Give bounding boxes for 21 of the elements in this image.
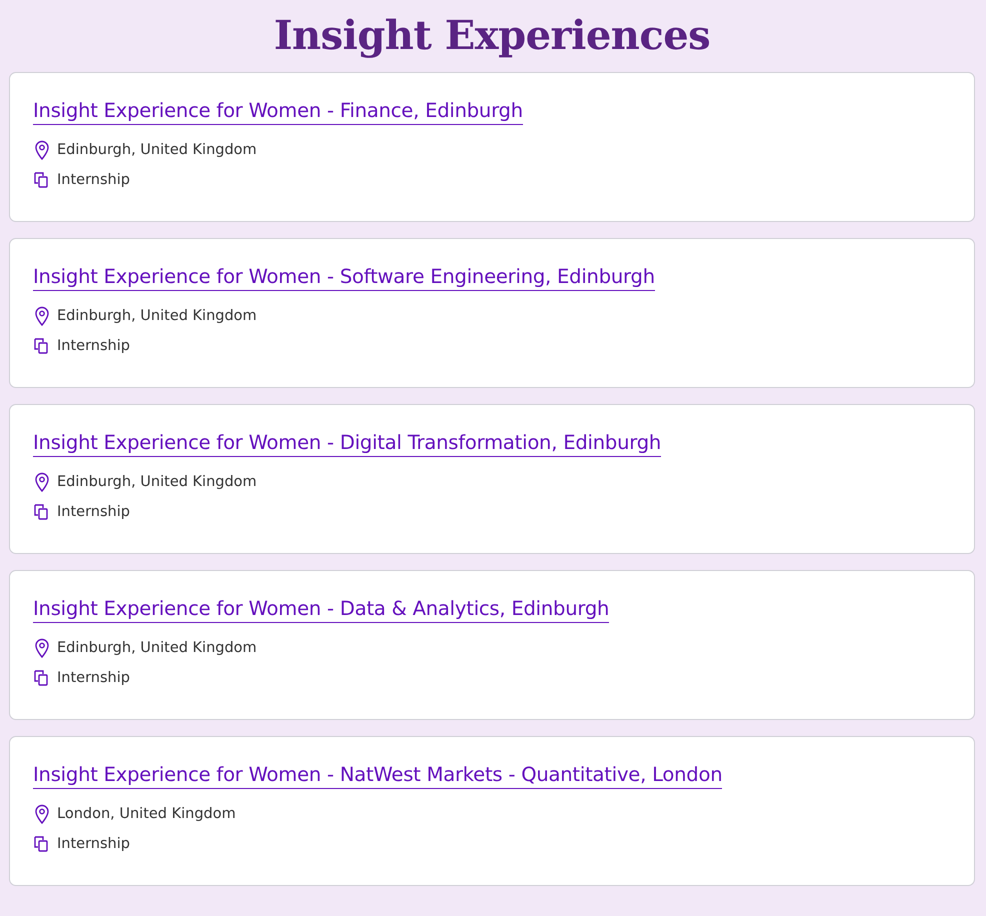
job-type: Internship — [57, 834, 130, 854]
job-type: Internship — [57, 336, 130, 356]
job-title-link[interactable]: Insight Experience for Women - Data & Analytics, Edinburgh — [33, 597, 610, 624]
job-location: Edinburgh, United Kingdom — [57, 638, 257, 658]
job-title-link[interactable]: Insight Experience for Women - Digital Transformation, Edinburgh — [33, 431, 662, 458]
job-type: Internship — [57, 170, 130, 190]
location-pin-icon — [33, 306, 51, 326]
location-pin-icon — [33, 472, 51, 492]
location-pin-icon — [33, 140, 51, 160]
job-title-link[interactable]: Insight Experience for Women - Finance, Edinburgh — [33, 99, 523, 126]
location-pin-icon — [33, 804, 51, 824]
job-location: Edinburgh, United Kingdom — [57, 140, 257, 160]
job-type: Internship — [57, 502, 130, 522]
location-pin-icon — [33, 638, 51, 658]
job-type: Internship — [57, 668, 130, 688]
job-title-link[interactable]: Insight Experience for Women - NatWest Markets - Quantitative, London — [33, 763, 722, 790]
job-location: Edinburgh, United Kingdom — [57, 472, 257, 492]
job-location: London, United Kingdom — [57, 804, 236, 824]
page-title: Insight Experiences — [272, 11, 712, 61]
job-location: Edinburgh, United Kingdom — [57, 306, 257, 326]
job-title-link[interactable]: Insight Experience for Women - Software Engineering, Edinburgh — [33, 265, 655, 292]
